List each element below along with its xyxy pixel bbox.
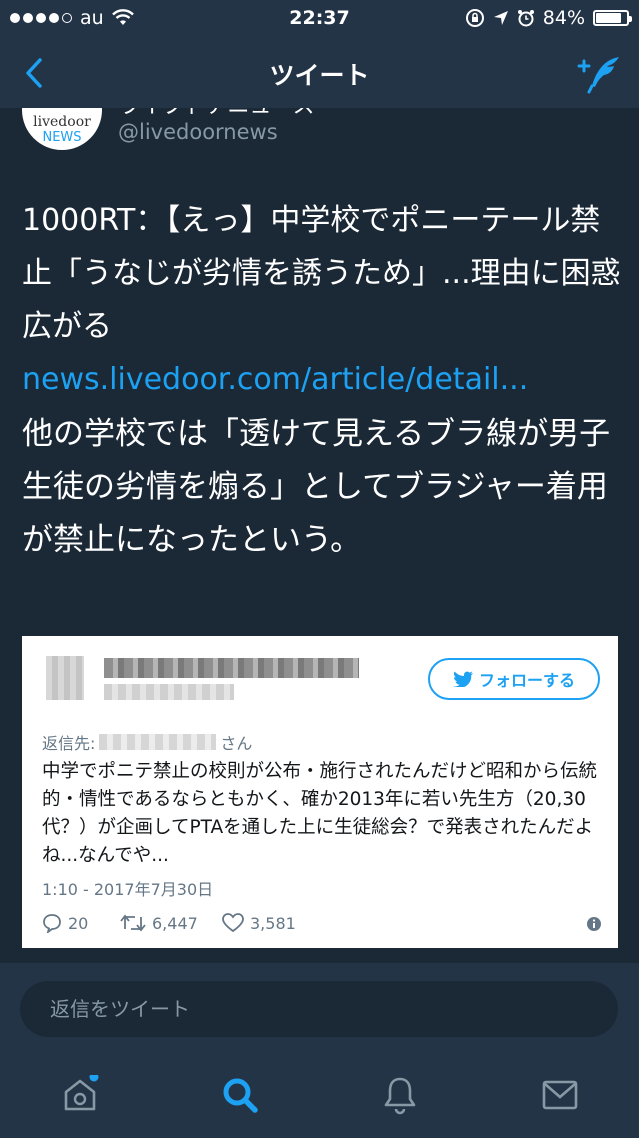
tweet-headline: 1000RT：【えっ】中学校でポニーテール禁止「うなじが劣情を誘うため」...理… xyxy=(22,203,621,344)
avatar-logo-top: livedoor xyxy=(33,114,91,130)
reply-to-suffix: さん xyxy=(220,734,253,753)
author-name[interactable]: ライブドアニュース xyxy=(118,108,314,120)
blurred-avatar xyxy=(46,656,84,700)
battery-icon xyxy=(593,10,632,26)
reply-input[interactable]: 返信をツイート xyxy=(20,981,618,1037)
notifications-icon[interactable] xyxy=(380,1075,420,1115)
article-link[interactable]: news.livedoor.com/article/detail... xyxy=(22,353,622,406)
reply-count: 20 xyxy=(42,913,88,933)
battery-fill xyxy=(596,13,622,23)
reply-to: 返信先: さん xyxy=(42,730,252,754)
tweet-text: 1000RT：【えっ】中学校でポニーテール禁止「うなじが劣情を誘うため」...理… xyxy=(22,194,622,406)
blurred-handle xyxy=(104,684,234,700)
search-icon[interactable] xyxy=(220,1075,260,1115)
alarm-icon xyxy=(517,10,534,27)
heart-icon xyxy=(222,913,244,933)
page-title: ツイート xyxy=(269,61,370,90)
avatar[interactable]: livedoor NEWS xyxy=(22,108,102,150)
reply-to-prefix: 返信先: xyxy=(42,734,96,753)
reply-bar: 返信をツイート xyxy=(0,963,639,1049)
avatar-logo-bottom: NEWS xyxy=(42,130,82,145)
battery-percent: 84% xyxy=(542,7,585,29)
follow-label: フォローする xyxy=(478,671,575,690)
messages-icon[interactable] xyxy=(540,1075,580,1115)
navigation-bar: ツイート xyxy=(0,38,639,108)
author-handle[interactable]: @livedoornews xyxy=(118,120,278,144)
like-count: 3,581 xyxy=(222,913,296,933)
bird-icon xyxy=(452,671,473,687)
status-bar: au 22:37 84% xyxy=(0,0,639,38)
embedded-tweet-image[interactable]: フォローする 返信先: さん 中学でポニテ禁止の校則が公布・施行されたんだけど昭… xyxy=(22,636,618,948)
compose-tweet-icon[interactable] xyxy=(577,54,621,94)
reply-icon xyxy=(43,914,61,933)
status-right: 84% xyxy=(465,7,632,29)
follow-button: フォローする xyxy=(428,658,600,700)
tweet-detail: livedoor NEWS ライブドアニュース @livedoornews 10… xyxy=(0,108,639,963)
blurred-display-name xyxy=(104,658,359,678)
retweet-count: 6,447 xyxy=(120,913,198,933)
location-icon xyxy=(493,11,508,25)
rotation-lock-icon xyxy=(465,9,484,27)
home-icon[interactable] xyxy=(60,1075,100,1115)
blurred-reply-user xyxy=(99,734,217,750)
tab-bar xyxy=(0,1049,639,1138)
retweet-icon xyxy=(120,914,146,932)
tweet-body: 他の学校では「透けて見えるブラ線が男子生徒の劣情を煽る」としてブラジャー着用が禁… xyxy=(22,416,611,558)
info-icon xyxy=(587,917,601,931)
embedded-tweet-text: 中学でポニテ禁止の校則が公布・施行されたんだけど昭和から伝統的・情性であるならと… xyxy=(42,761,598,866)
embedded-tweet-timestamp: 1:10 - 2017年7月30日 xyxy=(42,880,214,899)
embedded-tweet-actions: 20 6,447 3,581 xyxy=(42,913,602,937)
